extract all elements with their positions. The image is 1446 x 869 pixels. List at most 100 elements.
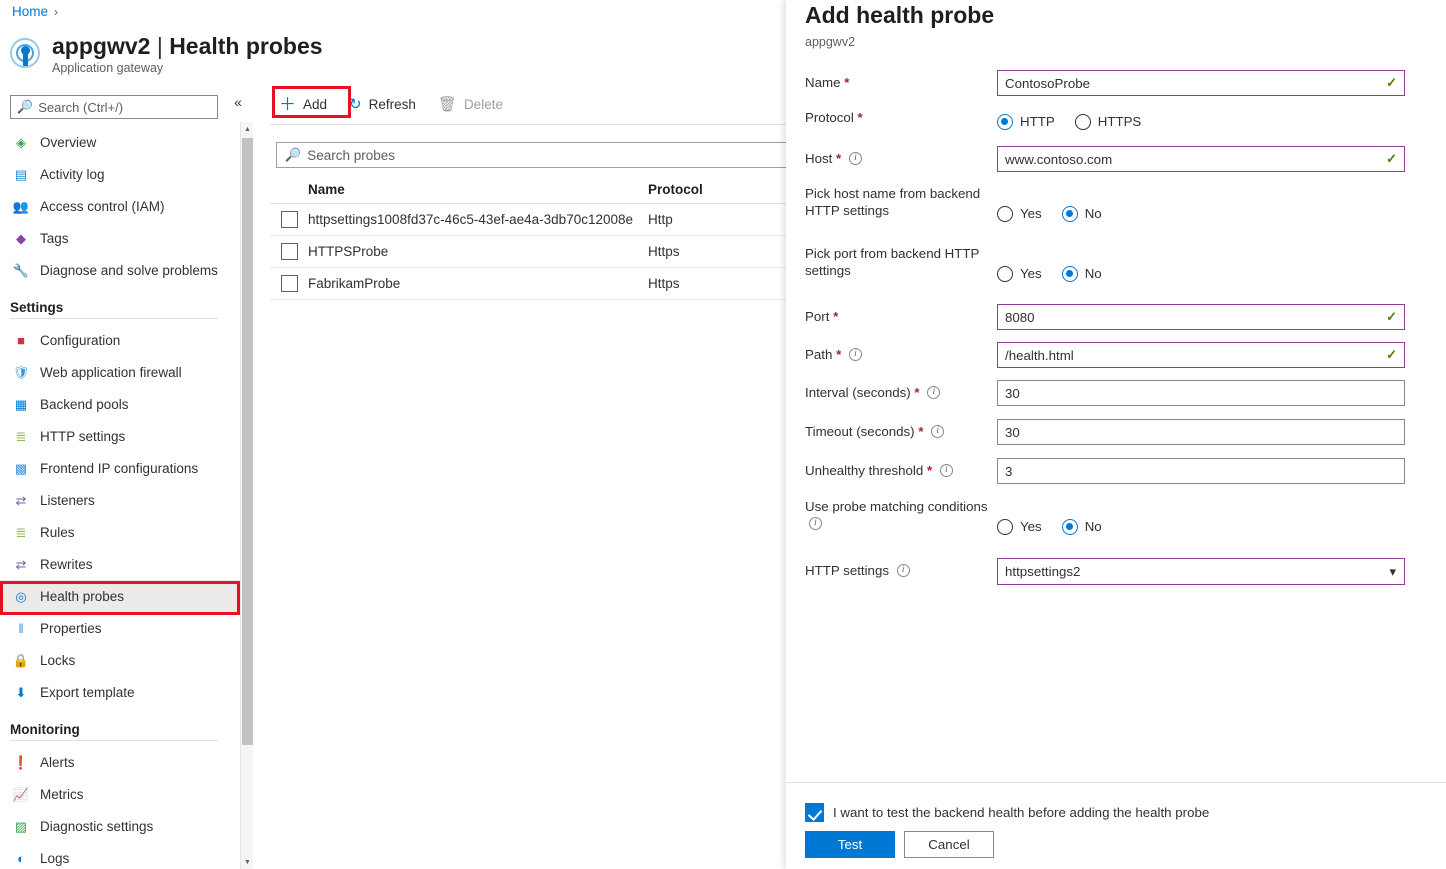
pick-host-option-label: Yes xyxy=(1020,206,1042,221)
test-backend-checkbox[interactable] xyxy=(805,803,824,822)
sidebar-item-metrics[interactable]: 📈 Metrics xyxy=(0,778,240,810)
path-input-value: /health.html xyxy=(1005,347,1074,363)
sidebar-item-tags[interactable]: ◆ Tags xyxy=(0,222,240,254)
valid-check-icon: ✓ xyxy=(1386,309,1397,324)
delete-button[interactable]: 🗑 Delete xyxy=(429,90,512,118)
scrollbar-thumb[interactable] xyxy=(242,138,253,745)
table-row[interactable]: FabrikamProbe Https xyxy=(270,268,810,300)
collapse-sidebar-button[interactable]: « xyxy=(228,94,248,110)
sidebar-item-diagnose[interactable]: 🔧 Diagnose and solve problems xyxy=(0,254,240,286)
panel-footer-divider xyxy=(786,782,1446,783)
search-icon: 🔍 xyxy=(285,147,302,162)
sidebar-item-export-template[interactable]: ⬇ Export template xyxy=(0,676,240,708)
probe-search-input[interactable]: 🔍 Search probes xyxy=(276,142,806,168)
name-input-value: ContosoProbe xyxy=(1005,75,1091,91)
sidebar-item-logs[interactable]: ◐ Logs xyxy=(0,842,240,869)
pick-port-option-no[interactable]: No xyxy=(1061,265,1102,282)
wrench-icon: 🔧 xyxy=(12,262,30,278)
sidebar-item-health-probes[interactable]: ◎ Health probes xyxy=(0,580,240,612)
probe-matching-option-yes[interactable]: Yes xyxy=(997,518,1042,535)
sidebar-item-configuration[interactable]: ■ Configuration xyxy=(0,324,240,356)
shield-icon: 🛡 xyxy=(12,364,30,380)
panel-title: Add health probe xyxy=(805,2,995,28)
host-input[interactable]: www.contoso.com ✓ xyxy=(997,146,1405,172)
overview-icon: ◈ xyxy=(16,134,26,150)
sidebar-group-divider xyxy=(10,318,218,319)
protocol-option-https[interactable]: HTTPS xyxy=(1074,113,1141,130)
backend-pools-icon: ▦ xyxy=(14,396,28,412)
field-row-pick-port: Pick port from backend HTTP settings Yes… xyxy=(805,244,1427,286)
sidebar-item-rules[interactable]: ≣ Rules xyxy=(0,516,240,548)
add-button[interactable]: ＋ Add xyxy=(270,90,336,118)
port-input-value: 8080 xyxy=(1005,309,1035,325)
pick-port-option-yes[interactable]: Yes xyxy=(997,265,1042,282)
scroll-up-icon[interactable]: ▲ xyxy=(241,122,254,136)
properties-icon: ‖ xyxy=(18,620,24,636)
info-icon[interactable]: i xyxy=(927,385,941,399)
probe-matching-option-no[interactable]: No xyxy=(1061,518,1102,535)
sidebar-search-input[interactable]: 🔍 Search (Ctrl+/) xyxy=(10,95,218,119)
port-input[interactable]: 8080 ✓ xyxy=(997,304,1405,330)
sidebar-item-label: Logs xyxy=(40,850,70,866)
table-row[interactable]: httpsettings1008fd37c-46c5-43ef-ae4a-3db… xyxy=(270,204,810,236)
sidebar-item-properties[interactable]: ‖ Properties xyxy=(0,612,240,644)
sidebar-scrollbar[interactable]: ▲ ▼ xyxy=(240,122,253,869)
sidebar-group-monitoring: Monitoring xyxy=(10,722,80,737)
sidebar-item-http-settings[interactable]: ≣ HTTP settings xyxy=(0,420,240,452)
path-input[interactable]: /health.html ✓ xyxy=(997,342,1405,368)
label-pick-port: Pick port from backend HTTP settings xyxy=(805,246,980,278)
protocol-option-http[interactable]: HTTP xyxy=(997,113,1055,130)
resource-header: appgwv2 | Health probes Application gate… xyxy=(8,32,323,75)
cancel-button[interactable]: Cancel xyxy=(904,831,994,858)
info-icon[interactable]: i xyxy=(848,151,862,165)
info-icon[interactable]: i xyxy=(848,347,862,361)
test-button[interactable]: Test xyxy=(805,831,895,858)
info-icon[interactable]: i xyxy=(809,516,822,530)
sidebar-item-label: Web application firewall xyxy=(40,364,182,380)
row-checkbox[interactable] xyxy=(280,211,298,228)
sidebar-item-locks[interactable]: 🔒 Locks xyxy=(0,644,240,676)
search-icon: 🔍 xyxy=(17,99,34,114)
unhealthy-threshold-input[interactable]: 3 xyxy=(997,458,1405,484)
sidebar-item-rewrites[interactable]: ⇄ Rewrites xyxy=(0,548,240,580)
label-port-text: Port xyxy=(805,309,830,324)
test-backend-checkbox-row[interactable]: I want to test the backend health before… xyxy=(805,803,1209,822)
sidebar-item-overview[interactable]: ◈ Overview xyxy=(0,126,240,158)
label-interval-text: Interval (seconds) xyxy=(805,385,911,400)
interval-input[interactable]: 30 xyxy=(997,380,1405,406)
sidebar-item-listeners[interactable]: ⇄ Listeners xyxy=(0,484,240,516)
main-content: ＋ Add ↻ Refresh 🗑 Delete 🔍 Search probes xyxy=(254,86,810,869)
sidebar-item-backend-pools[interactable]: ▦ Backend pools xyxy=(0,388,240,420)
field-row-name: Name * ContosoProbe ✓ xyxy=(805,70,1427,96)
sidebar-item-access-control[interactable]: 👥 Access control (IAM) xyxy=(0,190,240,222)
rewrites-icon: ⇄ xyxy=(15,556,27,572)
row-checkbox[interactable] xyxy=(280,243,298,260)
probe-matching-radio-group: Yes No xyxy=(997,513,1427,539)
sidebar-item-alerts[interactable]: ❗ Alerts xyxy=(0,746,240,778)
info-icon[interactable]: i xyxy=(939,463,953,477)
pick-host-option-yes[interactable]: Yes xyxy=(997,205,1042,222)
label-timeout-text: Timeout (seconds) xyxy=(805,424,915,439)
sidebar-item-diagnostic-settings[interactable]: ▨ Diagnostic settings xyxy=(0,810,240,842)
sidebar-item-waf[interactable]: 🛡 Web application firewall xyxy=(0,356,240,388)
pick-host-option-no[interactable]: No xyxy=(1061,205,1102,222)
field-row-http-settings: HTTP settings i httpsettings2 ▾ xyxy=(805,558,1427,585)
row-checkbox[interactable] xyxy=(280,275,298,292)
info-icon[interactable]: i xyxy=(931,424,945,438)
sidebar-item-frontend-ip[interactable]: ▩ Frontend IP configurations xyxy=(0,452,240,484)
breadcrumb-home[interactable]: Home xyxy=(12,4,48,19)
refresh-button[interactable]: ↻ Refresh xyxy=(340,90,425,118)
http-settings-select[interactable]: httpsettings2 ▾ xyxy=(997,558,1405,585)
scroll-down-icon[interactable]: ▼ xyxy=(241,855,254,869)
info-icon[interactable]: i xyxy=(896,563,910,577)
timeout-input[interactable]: 30 xyxy=(997,419,1405,445)
table-row[interactable]: HTTPSProbe Https xyxy=(270,236,810,268)
sidebar-item-label: Tags xyxy=(40,230,69,246)
name-input[interactable]: ContosoProbe ✓ xyxy=(997,70,1405,96)
diagnostic-settings-icon: ▨ xyxy=(14,818,28,834)
cell-name: HTTPSProbe xyxy=(308,244,389,259)
add-health-probe-panel: Add health probe appgwv2 Name * ContosoP… xyxy=(786,0,1446,869)
sidebar-item-activity-log[interactable]: ▤ Activity log xyxy=(0,158,240,190)
field-row-pick-host: Pick host name from backend HTTP setting… xyxy=(805,184,1427,226)
refresh-button-label: Refresh xyxy=(368,96,416,112)
